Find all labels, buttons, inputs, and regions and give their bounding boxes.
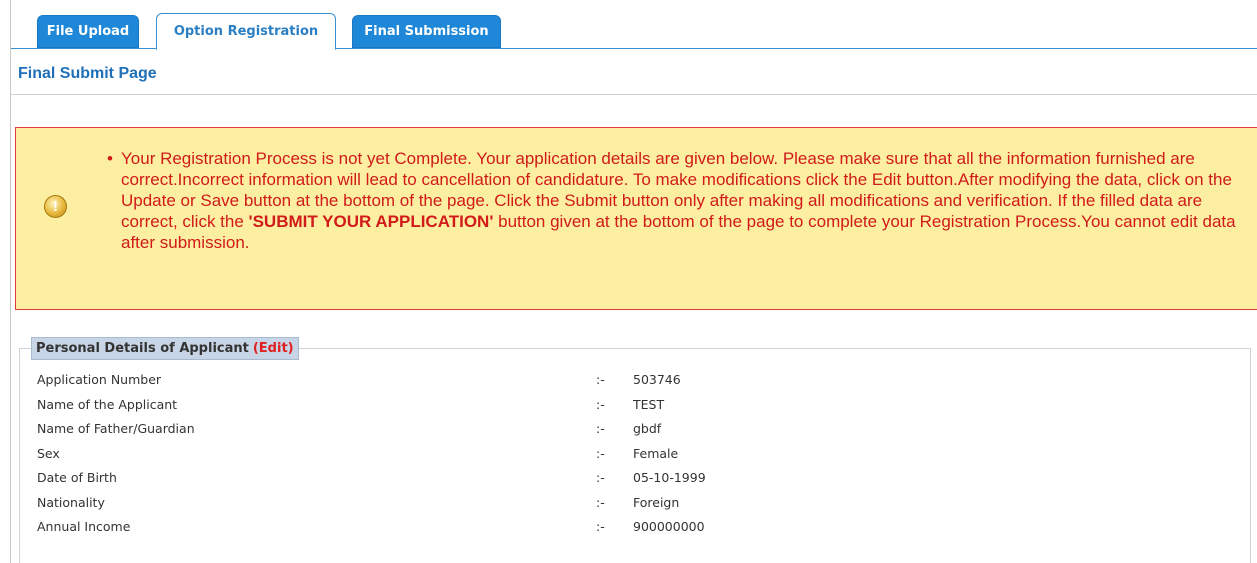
- tab-option-registration[interactable]: Option Registration: [156, 13, 336, 50]
- main-frame: File Upload Option Registration Final Su…: [10, 0, 1257, 563]
- detail-value: Female: [633, 445, 679, 461]
- detail-label: Name of Father/Guardian: [37, 421, 195, 436]
- detail-separator: :-: [596, 519, 605, 534]
- warning-alert: ! Your Registration Process is not yet C…: [15, 127, 1257, 310]
- detail-row: Annual Income :- 900000000: [37, 519, 1237, 544]
- personal-details-legend: Personal Details of Applicant (Edit): [31, 337, 299, 360]
- detail-value: 05-10-1999: [633, 470, 706, 485]
- detail-label: Sex: [37, 445, 60, 461]
- detail-value: TEST: [633, 396, 665, 412]
- personal-details-rows: Application Number :- 503746 Name of the…: [37, 372, 1237, 544]
- detail-value: 503746: [633, 372, 681, 387]
- edit-link[interactable]: (Edit): [253, 341, 294, 356]
- detail-separator: :-: [596, 396, 605, 412]
- detail-label: Nationality: [37, 494, 105, 510]
- detail-label: Date of Birth: [37, 470, 117, 485]
- page-title: Final Submit Page: [11, 50, 1257, 95]
- detail-value: Foreign: [633, 494, 680, 510]
- legend-title: Personal Details of Applicant: [36, 341, 249, 356]
- detail-separator: :-: [596, 372, 605, 387]
- detail-row: Sex :- Female: [37, 446, 1237, 471]
- tab-file-upload[interactable]: File Upload: [37, 15, 139, 48]
- detail-row: Application Number :- 503746: [37, 372, 1237, 397]
- warning-icon: !: [44, 195, 67, 218]
- alert-bold-text: 'SUBMIT YOUR APPLICATION': [248, 212, 494, 231]
- detail-separator: :-: [596, 421, 605, 436]
- detail-row: Nationality :- Foreign: [37, 495, 1237, 520]
- alert-list: Your Registration Process is not yet Com…: [107, 148, 1241, 253]
- detail-row: Date of Birth :- 05-10-1999: [37, 470, 1237, 495]
- detail-separator: :-: [596, 445, 605, 461]
- tab-final-submission[interactable]: Final Submission: [352, 15, 501, 48]
- detail-label: Annual Income: [37, 519, 131, 534]
- detail-value: 900000000: [633, 519, 705, 534]
- detail-row: Name of the Applicant :- TEST: [37, 397, 1237, 422]
- alert-message: Your Registration Process is not yet Com…: [107, 148, 1241, 253]
- detail-label: Application Number: [37, 372, 162, 387]
- detail-separator: :-: [596, 494, 605, 510]
- detail-row: Name of Father/Guardian :- gbdf: [37, 421, 1237, 446]
- detail-separator: :-: [596, 470, 605, 485]
- detail-value: gbdf: [633, 421, 662, 436]
- detail-label: Name of the Applicant: [37, 396, 178, 412]
- tab-bar: File Upload Option Registration Final Su…: [11, 0, 1257, 50]
